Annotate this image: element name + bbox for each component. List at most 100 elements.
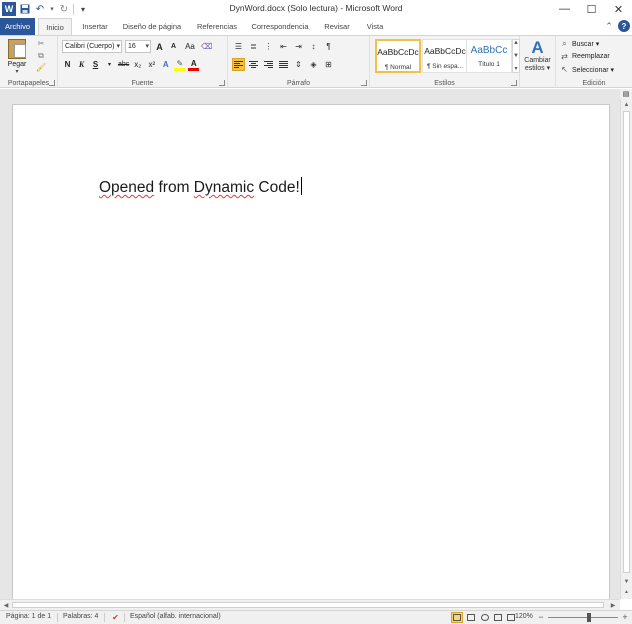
superscript-button[interactable]: x² xyxy=(146,58,157,71)
tab-archivo[interactable]: Archivo xyxy=(0,18,35,35)
scroll-down-icon[interactable]: ▼ xyxy=(513,53,519,59)
zoom-level[interactable]: 120% xyxy=(515,613,533,620)
find-button[interactable]: ⌕ Buscar ▾ xyxy=(560,39,599,48)
close-button[interactable]: ✕ xyxy=(605,0,632,18)
help-icon[interactable]: ? xyxy=(618,20,630,32)
vertical-scrollbar[interactable]: ▲ ▼ ▲ xyxy=(620,99,632,599)
styles-launcher-icon[interactable] xyxy=(511,80,517,86)
numbering-icon[interactable]: ≣ xyxy=(247,40,260,53)
tab-vista[interactable]: Vista xyxy=(360,18,390,35)
font-size-combo[interactable]: 16 xyxy=(125,40,151,53)
scroll-right-arrow-icon[interactable]: ▶ xyxy=(608,600,618,610)
select-button[interactable]: ↖ Seleccionar ▾ xyxy=(560,65,614,74)
zoom-slider-knob[interactable] xyxy=(587,613,591,622)
shrink-font-button[interactable]: A xyxy=(168,40,179,53)
text-effects-button[interactable]: A xyxy=(160,58,171,71)
paste-button[interactable]: Pegar ▾ xyxy=(6,39,28,75)
show-formatting-button[interactable]: ¶ xyxy=(322,40,335,53)
scroll-up-arrow-icon[interactable]: ▲ xyxy=(621,100,632,110)
tab-insertar[interactable]: Insertar xyxy=(76,18,114,35)
paste-dropdown-icon[interactable]: ▾ xyxy=(6,68,28,75)
clipboard-icon xyxy=(8,39,26,59)
editing-group-label: Edición xyxy=(582,80,606,87)
web-layout-button[interactable] xyxy=(479,612,491,623)
zoom-in-button[interactable]: + xyxy=(620,612,630,622)
align-center-button[interactable] xyxy=(247,58,260,71)
justify-button[interactable] xyxy=(277,58,290,71)
style-sample: AaBbCс xyxy=(470,45,508,56)
style-heading-1[interactable]: AaBbCс Título 1 xyxy=(466,39,512,73)
cut-icon[interactable]: ✂ xyxy=(36,39,46,48)
proofing-icon[interactable]: ✔ xyxy=(110,612,121,623)
vertical-scroll-thumb[interactable] xyxy=(623,111,630,573)
paragraph-launcher-icon[interactable] xyxy=(361,80,367,86)
scroll-down-arrow-icon[interactable]: ▼ xyxy=(621,577,632,587)
page-count[interactable]: Página: 1 de 1 xyxy=(6,613,51,620)
horizontal-scrollbar[interactable]: ◀ ▶ xyxy=(0,599,620,610)
print-layout-view-button[interactable] xyxy=(451,612,463,623)
scroll-left-arrow-icon[interactable]: ◀ xyxy=(1,600,11,610)
zoom-slider[interactable] xyxy=(548,613,618,622)
document-text[interactable]: Opened from Dynamic Code! xyxy=(99,177,302,197)
editing-group: ⌕ Buscar ▾ ⇄ Reemplazar ↖ Seleccionar ▾ … xyxy=(556,36,632,88)
borders-icon[interactable]: ⊞ xyxy=(322,58,335,71)
clipboard-launcher-icon[interactable] xyxy=(49,80,55,86)
maximize-button[interactable]: ☐ xyxy=(578,0,605,18)
font-launcher-icon[interactable] xyxy=(219,80,225,86)
ribbon-tabs: Archivo Inicio Insertar Diseño de página… xyxy=(0,18,632,36)
bullets-icon[interactable]: ☰ xyxy=(232,40,245,53)
highlighter-icon: ✎ xyxy=(176,58,184,68)
language-indicator[interactable]: Español (alfab. internacional) xyxy=(130,613,221,620)
tab-correspondencia[interactable]: Correspondencia xyxy=(248,18,312,35)
window-controls: — ☐ ✕ xyxy=(551,0,632,18)
replace-button[interactable]: ⇄ Reemplazar xyxy=(560,52,610,61)
subscript-button[interactable]: x₂ xyxy=(132,58,143,71)
shading-icon[interactable]: ◈ xyxy=(307,58,320,71)
multilevel-list-icon[interactable]: ⋮ xyxy=(262,40,275,53)
decrease-indent-icon[interactable]: ⇤ xyxy=(277,40,290,53)
more-styles-icon[interactable]: ▾ xyxy=(514,65,517,72)
zoom-out-button[interactable]: − xyxy=(536,612,546,622)
ruler-toggle-icon[interactable]: ▤ xyxy=(620,89,632,99)
font-name-combo[interactable]: Calibri (Cuerpo) xyxy=(62,40,122,53)
font-color-button[interactable]: A xyxy=(188,58,200,71)
strikethrough-button[interactable]: abc xyxy=(118,58,129,71)
line-spacing-icon[interactable]: ⇕ xyxy=(292,58,305,71)
underline-dropdown-icon[interactable]: ▾ xyxy=(104,58,115,71)
format-painter-icon[interactable]: 🖌 xyxy=(36,63,46,72)
word-count[interactable]: Palabras: 4 xyxy=(63,613,98,620)
highlight-button[interactable]: ✎ xyxy=(174,58,186,71)
tab-diseno-pagina[interactable]: Diseño de página xyxy=(118,18,186,35)
document-page[interactable]: Opened from Dynamic Code! xyxy=(12,104,610,599)
change-case-button[interactable]: Aa xyxy=(182,40,198,53)
grow-font-button[interactable]: A xyxy=(154,40,165,53)
status-separator xyxy=(57,613,58,622)
sort-icon[interactable]: ↕ xyxy=(307,40,320,53)
outline-view-button[interactable] xyxy=(492,612,504,623)
full-screen-reading-button[interactable] xyxy=(465,612,477,623)
italic-button[interactable]: K xyxy=(76,58,87,71)
style-normal[interactable]: AaBbCcDc ¶ Normal xyxy=(375,39,421,73)
bold-button[interactable]: N xyxy=(62,58,73,71)
paste-label: Pegar xyxy=(7,61,27,68)
style-no-spacing[interactable]: AaBbCcDc ¶ Sin espa... xyxy=(422,39,468,73)
change-styles-button[interactable]: A Cambiar estilos ▾ xyxy=(520,36,556,88)
styles-scroll[interactable]: ▲ ▼ ▾ xyxy=(512,39,520,73)
tab-revisar[interactable]: Revisar xyxy=(318,18,356,35)
paragraph-group: ☰ ≣ ⋮ ⇤ ⇥ ↕ ¶ ⇕ ◈ ⊞ Párrafo xyxy=(228,36,370,88)
clipboard-group: Pegar ▾ ✂ ⧉ 🖌 Portapapeles xyxy=(0,36,58,88)
copy-icon[interactable]: ⧉ xyxy=(36,51,46,60)
horizontal-scroll-thumb[interactable] xyxy=(12,602,604,608)
scroll-up-icon[interactable]: ▲ xyxy=(513,40,519,46)
collapse-ribbon-icon[interactable]: ⌃ xyxy=(603,20,615,32)
previous-page-icon[interactable]: ▲ xyxy=(621,587,632,597)
tab-referencias[interactable]: Referencias xyxy=(192,18,242,35)
tab-inicio[interactable]: Inicio xyxy=(38,18,72,36)
align-left-button[interactable] xyxy=(232,58,245,71)
increase-indent-icon[interactable]: ⇥ xyxy=(292,40,305,53)
underline-button[interactable]: S xyxy=(90,58,101,71)
minimize-button[interactable]: — xyxy=(551,0,578,18)
draft-icon xyxy=(507,614,515,621)
align-right-button[interactable] xyxy=(262,58,275,71)
clear-format-icon[interactable]: ⌫ xyxy=(201,40,212,53)
